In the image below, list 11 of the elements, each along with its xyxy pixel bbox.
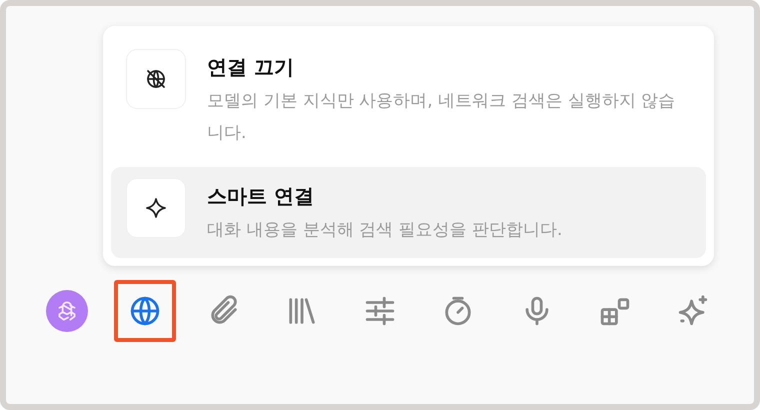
- sparkle-icon: [144, 196, 168, 220]
- globe-button[interactable]: [114, 280, 176, 342]
- menu-option[interactable]: 스마트 연결 대화 내용을 분석해 검색 필요성을 판단합니다.: [111, 167, 706, 258]
- option-description: 대화 내용을 분석해 검색 필요성을 판단합니다.: [207, 219, 562, 242]
- globe-off-icon: [144, 67, 168, 91]
- option-title: 스마트 연결: [207, 183, 315, 210]
- option-title: 연결 끄기: [207, 54, 295, 81]
- sparkle-icon: [676, 294, 710, 328]
- option-description: 모델의 기본 지식만 사용하며, 네트워크 검색은 실행하지 않습니다.: [207, 90, 676, 145]
- sliders-icon: [363, 294, 397, 328]
- model-avatar-icon[interactable]: [46, 290, 88, 332]
